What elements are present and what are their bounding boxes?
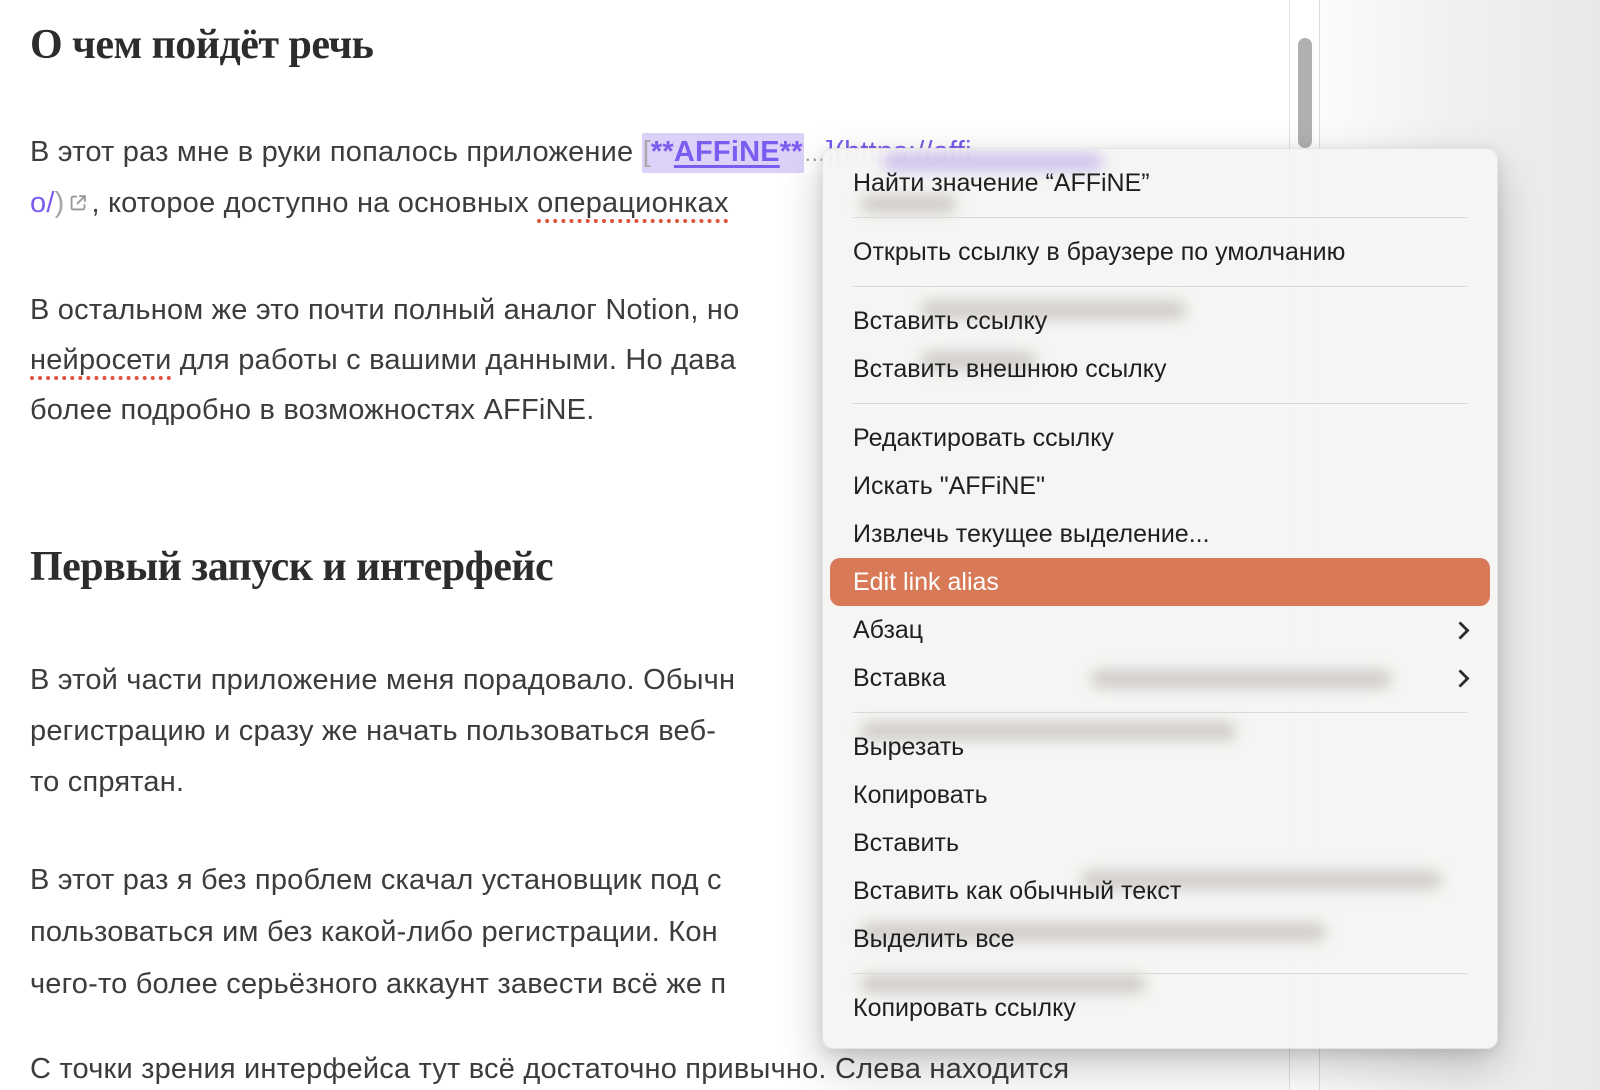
heading-2: Первый запуск и интерфейс [30, 544, 554, 590]
menu-item-copy[interactable]: Копировать [830, 771, 1490, 819]
paragraph-4-line-2[interactable]: пользоваться им без какой-либо регистрац… [30, 915, 718, 949]
menu-divider [853, 403, 1467, 404]
bracket-open: [ [642, 136, 651, 168]
menu-item-edit-link-alias[interactable]: Edit link alias [830, 558, 1490, 606]
paragraph-4-line-1[interactable]: В этот раз я без проблем скачал установщ… [30, 863, 722, 897]
misspelled-word: нейросети [30, 344, 172, 376]
context-menu: Найти значение “AFFiNE” Открыть ссылку в… [822, 148, 1498, 1049]
paragraph-3-line-2[interactable]: регистрацию и сразу же начать пользовать… [30, 714, 716, 748]
paren-close: ) [54, 187, 65, 219]
menu-item-paste[interactable]: Вставить [830, 819, 1490, 867]
markdown-stars: ** [779, 136, 803, 168]
heading-1: О чем пойдёт речь [30, 22, 374, 68]
menu-item-paste-plain-text[interactable]: Вставить как обычный текст [830, 867, 1490, 915]
scrollbar-thumb[interactable] [1298, 38, 1312, 148]
menu-divider [853, 712, 1467, 713]
menu-item-extract-selection[interactable]: Извлечь текущее выделение... [830, 510, 1490, 558]
selected-link-markdown[interactable]: [**AFFiNE** [641, 133, 804, 173]
menu-item-copy-link[interactable]: Копировать ссылку [830, 984, 1490, 1032]
paragraph-1-line-2[interactable]: о/) , которое доступно на основных операц… [30, 186, 729, 220]
page: О чем пойдёт речь В этот раз мне в руки … [0, 0, 1600, 1090]
menu-divider [853, 286, 1467, 287]
menu-divider [853, 217, 1467, 218]
menu-item-select-all[interactable]: Выделить все [830, 915, 1490, 963]
menu-item-paragraph-submenu[interactable]: Абзац [830, 606, 1490, 654]
menu-item-insert-submenu[interactable]: Вставка [830, 654, 1490, 702]
paragraph-3-line-1[interactable]: В этой части приложение меня порадовало.… [30, 663, 735, 697]
link-label[interactable]: AFFiNE [674, 136, 780, 168]
paragraph-2-line-2[interactable]: нейросети для работы с вашими данными. Н… [30, 343, 736, 377]
chevron-right-icon [1451, 620, 1470, 640]
external-link-icon[interactable] [67, 188, 89, 211]
menu-item-edit-link[interactable]: Редактировать ссылку [830, 414, 1490, 462]
markdown-stars: ** [650, 136, 674, 168]
paragraph-3-line-3[interactable]: то спрятан. [30, 765, 184, 799]
paragraph-text: для работы с вашими данными. Но дава [171, 344, 737, 376]
misspelled-word: операционках [537, 187, 729, 219]
paragraph-4-line-3[interactable]: чего-то более серьёзного аккаунт завести… [30, 967, 726, 1001]
menu-item-paste-external-link[interactable]: Вставить внешнюю ссылку [830, 345, 1490, 393]
menu-item-paste-link[interactable]: Вставить ссылку [830, 297, 1490, 345]
paragraph-5-line-1[interactable]: С точки зрения интерфейса тут всё достат… [30, 1052, 1069, 1086]
menu-item-search[interactable]: Искать "AFFiNE" [830, 462, 1490, 510]
link-url-wrap[interactable]: о/ [30, 187, 55, 219]
paragraph-2-line-3[interactable]: более подробно в возможностях AFFiNE. [30, 393, 594, 427]
menu-item-open-link-default-browser[interactable]: Открыть ссылку в браузере по умолчанию [830, 228, 1490, 276]
menu-item-cut[interactable]: Вырезать [830, 723, 1490, 771]
menu-divider [853, 973, 1467, 974]
menu-item-lookup-meaning[interactable]: Найти значение “AFFiNE” [830, 159, 1490, 207]
paragraph-text: , которое доступно на основных [91, 187, 538, 219]
paragraph-2-line-1[interactable]: В остальном же это почти полный аналог N… [30, 293, 739, 327]
chevron-right-icon [1451, 668, 1470, 688]
paragraph-text: В этот раз мне в руки попалось приложени… [30, 136, 642, 168]
